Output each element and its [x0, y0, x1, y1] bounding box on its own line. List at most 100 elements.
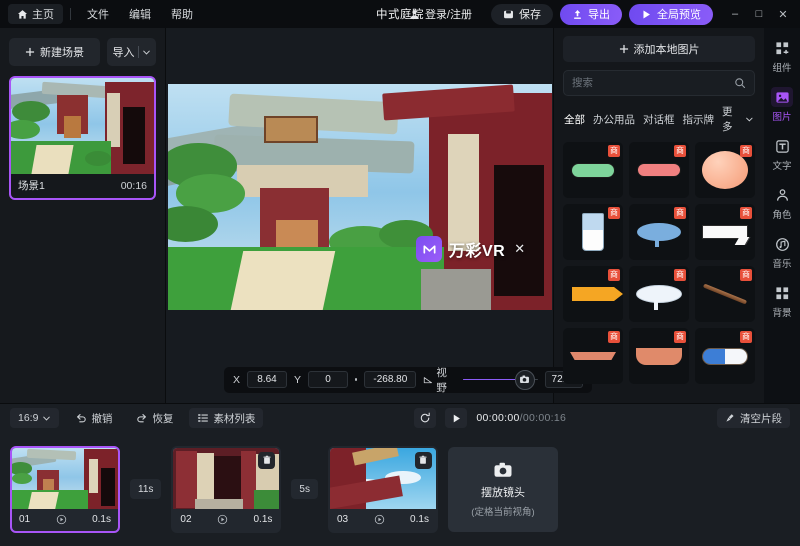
rail-item-background[interactable]: 背景 — [765, 283, 799, 319]
search-input[interactable] — [572, 77, 728, 89]
tool-rail: 组件 图片 文字 角色 音乐 背景 — [764, 28, 800, 403]
save-button[interactable]: 保存 — [491, 3, 553, 25]
undo-button[interactable]: 撤销 — [67, 408, 120, 428]
add-local-image-button[interactable]: 添加本地图片 — [563, 36, 755, 62]
clip-duration: 0.1s — [410, 514, 429, 526]
clip-delete-button[interactable] — [258, 451, 276, 469]
material-list-button[interactable]: 素材列表 — [189, 408, 264, 428]
asset-tile-salmon-thin-banner[interactable]: 商 — [563, 328, 623, 384]
clip-play-icon[interactable] — [56, 514, 67, 525]
global-preview-button[interactable]: 全局预览 — [629, 3, 713, 25]
clip-gap-label[interactable]: 11s — [130, 479, 162, 500]
commercial-badge: 商 — [608, 269, 620, 281]
asset-grid: 商 商 商 商 商 商 商 商 商 商 商 商 — [563, 142, 755, 403]
global-preview-label: 全局预览 — [657, 9, 701, 21]
save-icon — [504, 10, 513, 18]
import-button[interactable]: 导入 — [107, 38, 156, 66]
watermark-close-icon[interactable]: ✕ — [512, 241, 527, 257]
category-sign[interactable]: 指示牌 — [683, 112, 715, 127]
components-icon — [771, 38, 793, 58]
rail-item-character[interactable]: 角色 — [765, 185, 799, 221]
asset-tile-salmon-rounded-banner[interactable]: 商 — [629, 328, 689, 384]
asset-tile-red-bar[interactable]: 商 — [629, 142, 689, 198]
scene-thumbnail — [11, 78, 154, 174]
clip-artwork — [12, 447, 118, 509]
asset-tile-capsule[interactable]: 商 — [695, 328, 755, 384]
category-more[interactable]: 更多 — [722, 104, 754, 134]
asset-tile-green-bar[interactable]: 商 — [563, 142, 623, 198]
rail-item-music[interactable]: 音乐 — [765, 234, 799, 270]
clip-play-icon[interactable] — [374, 514, 385, 525]
maximize-icon[interactable]: □ — [748, 4, 770, 24]
new-scene-button[interactable]: 新建场景 — [9, 38, 100, 66]
commercial-badge: 商 — [674, 331, 686, 343]
asset-tile-blue-ellipse-bubble[interactable]: 商 — [629, 204, 689, 260]
clip-duration: 0.1s — [253, 514, 273, 526]
category-office[interactable]: 办公用品 — [593, 112, 635, 127]
clip-meta: 01 0.1s — [12, 509, 118, 531]
chevron-down-icon — [746, 117, 753, 122]
rail-item-components[interactable]: 组件 — [765, 38, 799, 74]
category-dialog[interactable]: 对话框 — [643, 112, 675, 127]
clip-gap-label[interactable]: 5s — [291, 479, 318, 500]
clip-delete-button[interactable] — [414, 451, 432, 469]
z-input[interactable]: -268.80 — [364, 371, 417, 388]
fov-label: 视野 — [436, 366, 447, 394]
fov-slider[interactable] — [462, 369, 539, 390]
add-shot-button[interactable]: 摆放镜头 (定格当前视角) — [447, 446, 558, 532]
timeline-right-actions: 清空片段 — [717, 408, 790, 428]
text-icon — [771, 136, 793, 156]
scenes-toolbar: 新建场景 导入 — [9, 38, 156, 66]
timecode: 00:00:00/00:00:16 — [476, 412, 566, 424]
rail-item-image[interactable]: 图片 — [765, 87, 799, 123]
clip-play-icon[interactable] — [217, 514, 228, 525]
search-icon[interactable] — [734, 77, 746, 89]
watermark-text: 万彩VR — [449, 243, 506, 260]
commercial-badge: 商 — [608, 207, 620, 219]
close-icon[interactable]: ✕ — [772, 4, 794, 24]
play-button[interactable] — [445, 408, 468, 428]
clip-item[interactable]: 01 0.1s — [10, 445, 120, 533]
category-all[interactable]: 全部 — [564, 112, 585, 127]
export-button[interactable]: 导出 — [560, 3, 622, 25]
undo-label: 撤销 — [91, 412, 113, 425]
scene-preview[interactable]: 万彩VR ✕ — [168, 84, 552, 310]
main-body: 新建场景 导入 场景1 00:16 万彩VR ✕ X 8.64 Y 0 -268… — [0, 28, 800, 403]
menu-item-file[interactable]: 文件 — [78, 4, 118, 24]
clip-thumbnail — [329, 447, 436, 509]
canvas-area[interactable]: 万彩VR ✕ X 8.64 Y 0 -268.80 视野 — [166, 28, 593, 403]
redo-button[interactable]: 恢复 — [128, 408, 181, 428]
menu-item-help[interactable]: 帮助 — [162, 4, 202, 24]
slider-handle[interactable] — [514, 369, 535, 390]
menu-item-edit[interactable]: 编辑 — [120, 4, 160, 24]
rail-item-text[interactable]: 文字 — [765, 136, 799, 172]
import-label: 导入 — [112, 47, 135, 59]
search-box[interactable] — [563, 70, 755, 96]
redo-icon — [137, 414, 147, 423]
loop-button[interactable] — [414, 408, 437, 428]
account-label: 登录/注册 — [424, 9, 472, 21]
material-list-label: 素材列表 — [213, 412, 256, 425]
y-input[interactable]: 0 — [308, 371, 349, 388]
scenes-panel: 新建场景 导入 场景1 00:16 — [0, 28, 166, 403]
clear-clips-button[interactable]: 清空片段 — [717, 408, 790, 428]
aspect-ratio-select[interactable]: 16:9 — [10, 408, 60, 428]
redo-label: 恢复 — [152, 412, 174, 425]
asset-tile-peach-blob[interactable]: 商 — [695, 142, 755, 198]
import-divider — [137, 46, 139, 58]
asset-tile-milk-glass[interactable]: 商 — [563, 204, 623, 260]
scene-card[interactable]: 场景1 00:16 — [9, 76, 156, 200]
asset-tile-white-ellipse-bubble[interactable]: 商 — [629, 266, 689, 322]
menu-item-home[interactable]: 主页 — [8, 4, 63, 24]
background-icon — [771, 283, 793, 303]
clip-item[interactable]: 03 0.1s — [327, 445, 438, 533]
account-button[interactable]: 登录/注册 — [397, 4, 484, 25]
minimize-icon[interactable]: – — [724, 4, 746, 24]
clip-thumbnail — [12, 447, 118, 509]
asset-tile-white-rect-bubble[interactable]: 商 — [695, 204, 755, 260]
x-input[interactable]: 8.64 — [247, 371, 288, 388]
asset-tile-brown-stick[interactable]: 商 — [695, 266, 755, 322]
character-icon — [771, 185, 793, 205]
asset-tile-orange-tag-bubble[interactable]: 商 — [563, 266, 623, 322]
clip-item[interactable]: 02 0.1s — [171, 445, 282, 533]
